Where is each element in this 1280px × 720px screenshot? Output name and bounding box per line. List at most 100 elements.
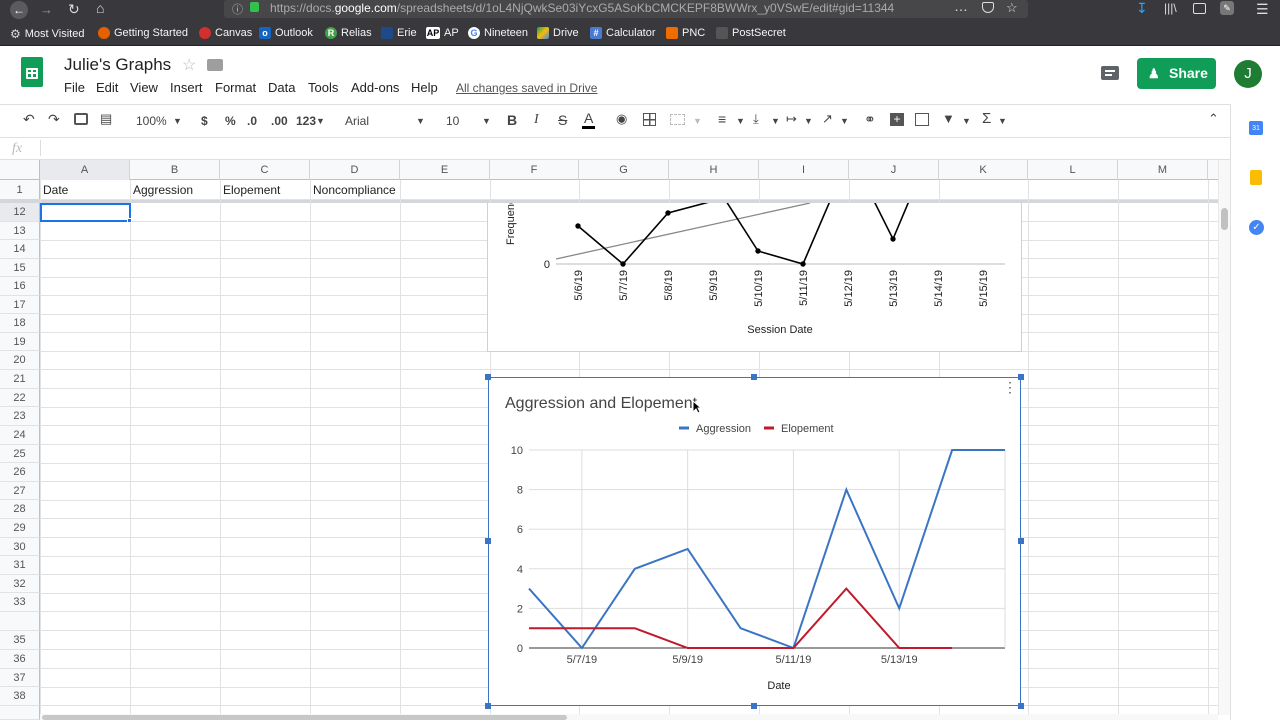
zoom-select[interactable]: 100%: [136, 114, 167, 128]
column-header[interactable]: F: [490, 160, 579, 180]
text-rotation-icon[interactable]: ↗: [822, 111, 833, 127]
row-header[interactable]: 27: [0, 482, 40, 500]
cell-D1[interactable]: Noncompliance: [310, 180, 396, 200]
download-icon[interactable]: ↧: [1136, 0, 1148, 17]
functions-icon[interactable]: Σ: [982, 110, 991, 127]
menu-addons[interactable]: Add-ons: [351, 80, 399, 95]
cell-C1[interactable]: Elopement: [220, 180, 280, 200]
selected-cell-A12[interactable]: [40, 203, 131, 222]
row-header[interactable]: 23: [0, 407, 40, 426]
menu-view[interactable]: View: [130, 80, 158, 95]
row-header[interactable]: 31: [0, 556, 40, 575]
row-header[interactable]: 20: [0, 351, 40, 370]
bookmark-canvas[interactable]: Canvas: [199, 27, 252, 39]
scrollbar-thumb[interactable]: [42, 715, 567, 720]
row-header[interactable]: 24: [0, 426, 40, 445]
save-status[interactable]: All changes saved in Drive: [456, 81, 597, 95]
menu-data[interactable]: Data: [268, 80, 295, 95]
menu-tools[interactable]: Tools: [308, 80, 338, 95]
frequency-chart[interactable]: 0 Frequenc 5/6/19 5/7/19 5/8/19 5/9/19 5/10/19…: [487, 203, 1022, 352]
forward-icon[interactable]: →: [40, 2, 53, 17]
collapse-toolbar-icon[interactable]: ⌃: [1208, 111, 1219, 127]
library-icon[interactable]: |||\: [1164, 1, 1177, 15]
hamburger-menu-icon[interactable]: ☰: [1256, 1, 1269, 18]
doc-title[interactable]: Julie's Graphs: [64, 55, 171, 75]
resize-handle[interactable]: [485, 538, 491, 544]
redo-icon[interactable]: ↷: [48, 111, 60, 128]
tasks-icon[interactable]: ✓: [1249, 220, 1264, 235]
horizontal-scrollbar[interactable]: [40, 714, 1218, 720]
paint-format-icon[interactable]: ▤: [100, 111, 112, 127]
font-select[interactable]: Arial: [345, 114, 369, 128]
chevron-down-icon[interactable]: ▼: [804, 116, 813, 126]
text-wrap-icon[interactable]: ↦: [786, 111, 797, 127]
currency-button[interactable]: $: [201, 114, 208, 128]
star-icon[interactable]: ☆: [182, 55, 196, 75]
home-icon[interactable]: ⌂: [96, 0, 104, 16]
chevron-down-icon[interactable]: ▼: [482, 116, 491, 126]
column-header[interactable]: D: [310, 160, 400, 180]
chevron-down-icon[interactable]: ▼: [693, 116, 702, 126]
row-header[interactable]: 13: [0, 222, 40, 240]
reload-icon[interactable]: ↻: [68, 1, 80, 18]
cell-A1[interactable]: Date: [40, 180, 68, 200]
chevron-down-icon[interactable]: ▼: [736, 116, 745, 126]
menu-edit[interactable]: Edit: [96, 80, 118, 95]
column-header[interactable]: G: [579, 160, 669, 180]
row-header[interactable]: 12: [0, 203, 40, 222]
info-icon[interactable]: ⓘ: [232, 1, 243, 17]
font-size-select[interactable]: 10: [446, 114, 459, 128]
column-header[interactable]: B: [130, 160, 220, 180]
menu-file[interactable]: File: [64, 80, 85, 95]
resize-handle[interactable]: [485, 703, 491, 709]
strikethrough-button[interactable]: S: [558, 112, 567, 128]
align-left-icon[interactable]: ≡: [718, 111, 726, 127]
chart-menu-icon[interactable]: ⋮: [1003, 380, 1017, 394]
resize-handle[interactable]: [751, 374, 757, 380]
avatar[interactable]: J: [1234, 60, 1262, 88]
row-header[interactable]: 1: [0, 180, 40, 200]
row-header[interactable]: 32: [0, 575, 40, 593]
bookmark-calculator[interactable]: # Calculator: [590, 27, 656, 39]
column-header[interactable]: A: [40, 160, 130, 180]
bookmark-pnc[interactable]: PNC: [666, 27, 705, 39]
fill-color-icon[interactable]: ◉: [616, 111, 627, 127]
bookmark-relias[interactable]: R Relias: [325, 27, 372, 39]
chevron-down-icon[interactable]: ▼: [962, 116, 971, 126]
column-header[interactable]: H: [669, 160, 759, 180]
undo-icon[interactable]: ↶: [23, 111, 35, 128]
more-formats-button[interactable]: 123: [296, 114, 316, 128]
folder-icon[interactable]: [207, 59, 223, 71]
merge-cells-icon[interactable]: [670, 114, 685, 125]
menu-insert[interactable]: Insert: [170, 80, 203, 95]
row-header[interactable]: 15: [0, 259, 40, 277]
bookmark-postsecret[interactable]: PostSecret: [716, 27, 786, 39]
resize-handle[interactable]: [1018, 703, 1024, 709]
row-header[interactable]: 35: [0, 631, 40, 650]
insert-link-icon[interactable]: ⚭: [864, 111, 876, 128]
row-header[interactable]: 26: [0, 463, 40, 482]
chevron-down-icon[interactable]: ▼: [173, 116, 182, 126]
italic-button[interactable]: I: [534, 112, 539, 128]
select-all-corner[interactable]: [0, 160, 40, 180]
text-color-button[interactable]: A: [582, 110, 596, 129]
row-header[interactable]: 38: [0, 687, 40, 706]
row-header[interactable]: 25: [0, 445, 40, 463]
pocket-icon[interactable]: [982, 2, 994, 13]
chevron-down-icon[interactable]: ▼: [416, 116, 425, 126]
column-header[interactable]: M: [1118, 160, 1208, 180]
resize-handle[interactable]: [1018, 538, 1024, 544]
row-header[interactable]: 30: [0, 538, 40, 556]
row-header[interactable]: [0, 612, 40, 631]
cell-B1[interactable]: Aggression: [130, 180, 193, 200]
row-header[interactable]: 36: [0, 650, 40, 669]
star-bookmark-icon[interactable]: ☆: [1006, 0, 1018, 16]
address-bar[interactable]: ⓘ https://docs.google.com/spreadsheets/d…: [224, 0, 1028, 18]
bold-button[interactable]: B: [507, 112, 517, 128]
sidebar-toggle-icon[interactable]: [1193, 3, 1206, 14]
calendar-icon[interactable]: 31: [1249, 121, 1263, 135]
bookmark-nineteen[interactable]: G Nineteen: [468, 27, 528, 39]
extension-icon[interactable]: ✎: [1220, 1, 1234, 15]
sheets-logo-icon[interactable]: [21, 57, 43, 87]
row-header[interactable]: 16: [0, 277, 40, 296]
